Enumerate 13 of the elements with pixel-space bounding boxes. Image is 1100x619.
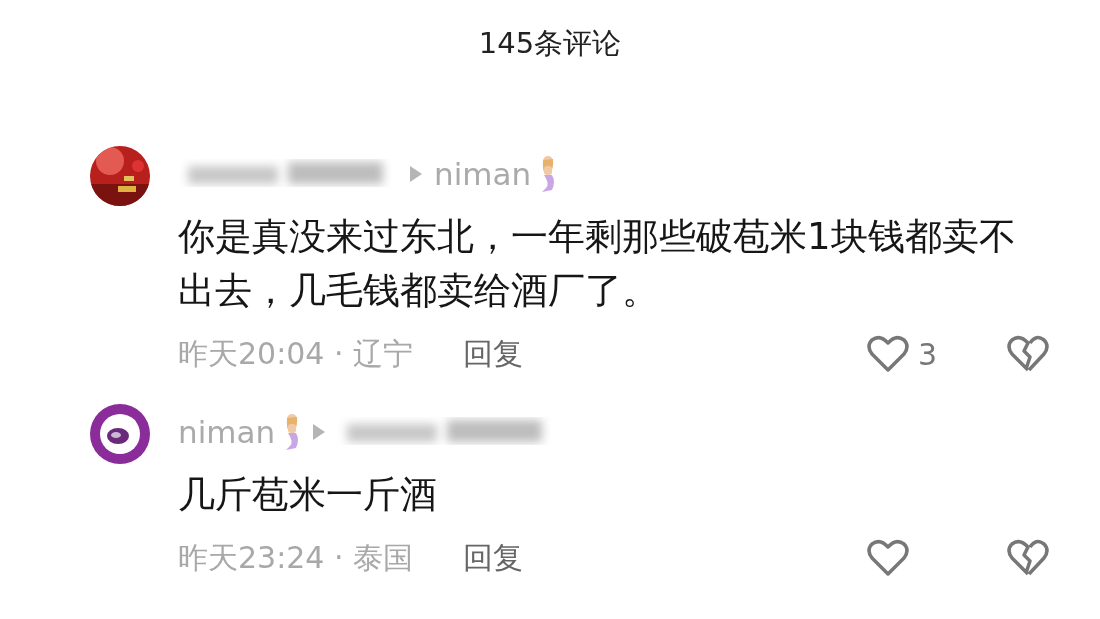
comment-time: 昨天20:04 · 辽宁 <box>178 334 414 373</box>
comments-title: 145条评论 <box>478 25 622 62</box>
broken-heart-icon[interactable] <box>1006 334 1050 374</box>
like-count: 3 <box>918 336 938 372</box>
like-icon[interactable] <box>866 334 910 374</box>
play-arrow-icon <box>408 164 424 184</box>
reply-link[interactable]: 回复 <box>463 537 524 579</box>
like-icon[interactable] <box>866 538 910 578</box>
comment-text: 几斤苞米一斤酒 <box>178 472 438 518</box>
comment-text: 你是真没来过东北，一年剩那些破苞米1块钱都卖不出去，几毛钱都卖给酒厂了。 <box>178 214 1017 314</box>
broken-heart-icon[interactable] <box>1006 538 1050 578</box>
comment-time: 昨天23:24 · 泰国 <box>178 538 414 577</box>
reply-link[interactable]: 回复 <box>463 333 524 375</box>
